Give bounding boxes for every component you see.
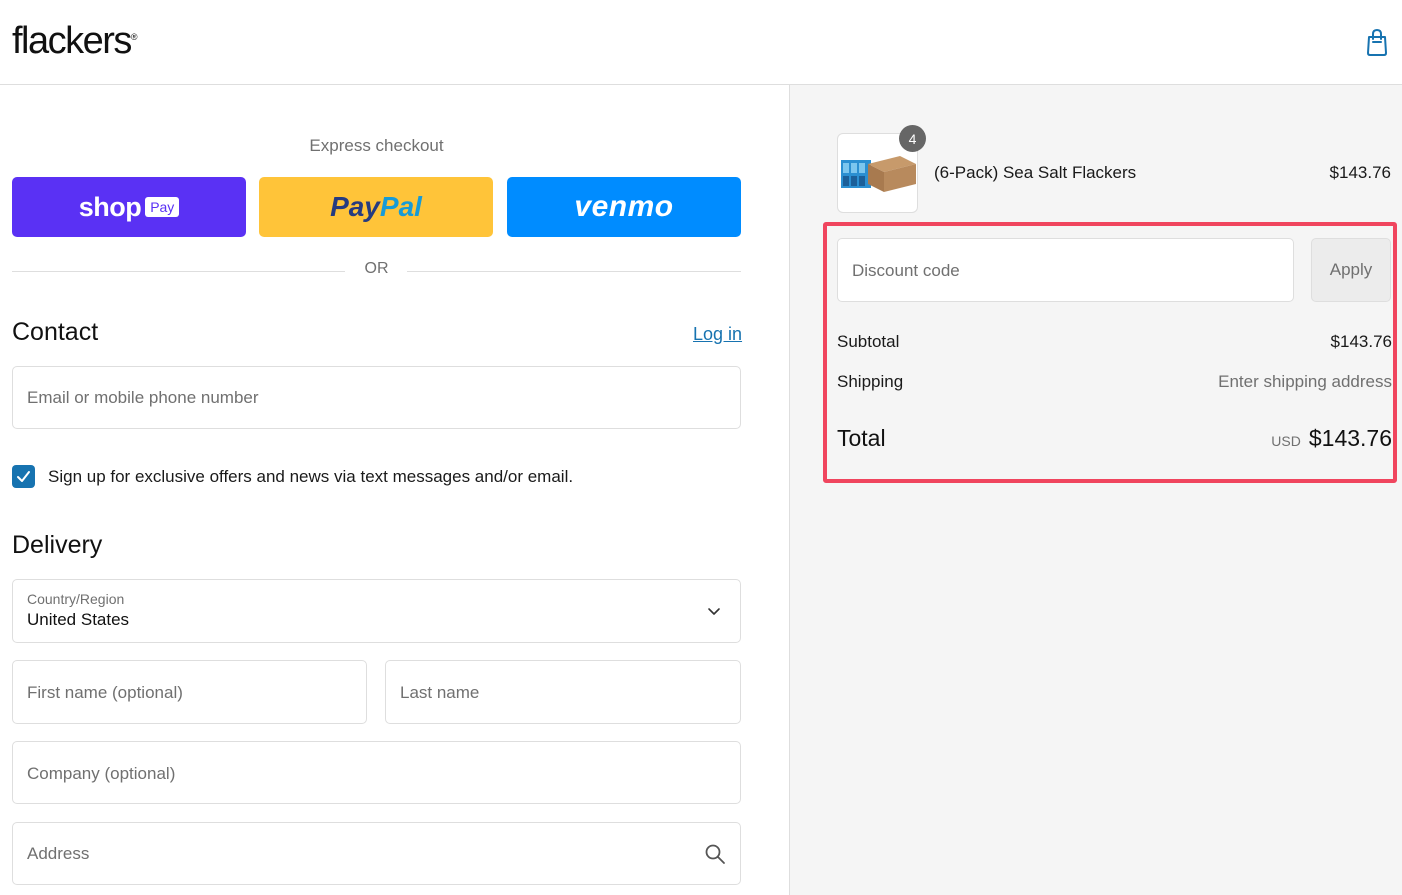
apply-button[interactable]: Apply — [1311, 238, 1391, 302]
venmo-button[interactable]: venmo — [507, 177, 741, 237]
discount-code-field[interactable]: Discount code — [837, 238, 1294, 302]
shop-pay-badge: Pay — [145, 197, 180, 217]
company-field[interactable]: Company (optional) — [12, 741, 741, 804]
total-amount: USD $143.76 — [1271, 425, 1392, 452]
shipping-label: Shipping — [837, 372, 904, 391]
country-label: Country/Region — [27, 591, 125, 607]
chevron-down-icon — [708, 608, 720, 615]
shop-pay-wordmark: shop — [78, 191, 142, 222]
total-label: Total — [837, 425, 886, 451]
or-label: OR — [364, 260, 389, 277]
signup-label: Sign up for exclusive offers and news vi… — [48, 467, 574, 486]
product-name: (6-Pack) Sea Salt Flackers — [934, 163, 1137, 182]
login-link[interactable]: Log in — [693, 324, 742, 345]
logo-text: flackers — [12, 20, 132, 62]
address-field[interactable]: Address — [12, 822, 741, 885]
country-select[interactable]: Country/Region United States — [12, 579, 741, 643]
last-name-placeholder: Last name — [400, 683, 480, 702]
discount-placeholder: Discount code — [852, 261, 960, 280]
subtotal-label: Subtotal — [837, 332, 900, 351]
total-value: $143.76 — [1308, 425, 1392, 451]
company-placeholder: Company (optional) — [27, 764, 176, 783]
shopping-bag-icon[interactable] — [1365, 28, 1389, 56]
first-name-placeholder: First name (optional) — [27, 683, 183, 702]
shop-pay-button[interactable]: shop Pay — [12, 177, 246, 237]
header: flackers® — [0, 0, 1402, 85]
paypal-button[interactable]: PayPal — [259, 177, 493, 237]
paypal-wordmark-part2: Pal — [379, 191, 422, 222]
product-price: $143.76 — [1329, 163, 1391, 182]
subtotal-value: $143.76 — [1330, 332, 1392, 351]
address-placeholder: Address — [27, 844, 90, 863]
signup-checkbox[interactable] — [12, 465, 35, 488]
divider-line-right — [407, 271, 741, 272]
email-field[interactable]: Email or mobile phone number — [12, 366, 741, 429]
country-value: United States — [27, 610, 130, 629]
checkout-form: Express checkout shop Pay PayPal venmo O… — [0, 85, 789, 895]
last-name-field[interactable]: Last name — [385, 660, 741, 724]
quantity-badge: 4 — [899, 125, 926, 152]
delivery-heading: Delivery — [12, 531, 103, 559]
check-icon — [17, 471, 30, 482]
first-name-field[interactable]: First name (optional) — [12, 660, 367, 724]
email-placeholder: Email or mobile phone number — [27, 388, 259, 407]
currency-code: USD — [1271, 433, 1301, 449]
venmo-wordmark: venmo — [574, 190, 674, 223]
contact-heading: Contact — [12, 318, 99, 346]
paypal-wordmark-part1: Pay — [330, 191, 380, 222]
brand-logo[interactable]: flackers® — [12, 20, 138, 63]
or-divider: OR — [12, 260, 741, 282]
order-summary: 4 (6-Pack) Sea Salt Flackers $143.76 Dis… — [789, 85, 1402, 895]
total-row: Total USD $143.76 — [837, 425, 1392, 455]
search-icon[interactable] — [704, 843, 726, 865]
logo-trademark: ® — [130, 32, 138, 42]
shipping-value: Enter shipping address — [1218, 372, 1392, 391]
paypal-wordmark: PayPal — [330, 191, 422, 223]
express-checkout-title: Express checkout — [309, 136, 444, 155]
